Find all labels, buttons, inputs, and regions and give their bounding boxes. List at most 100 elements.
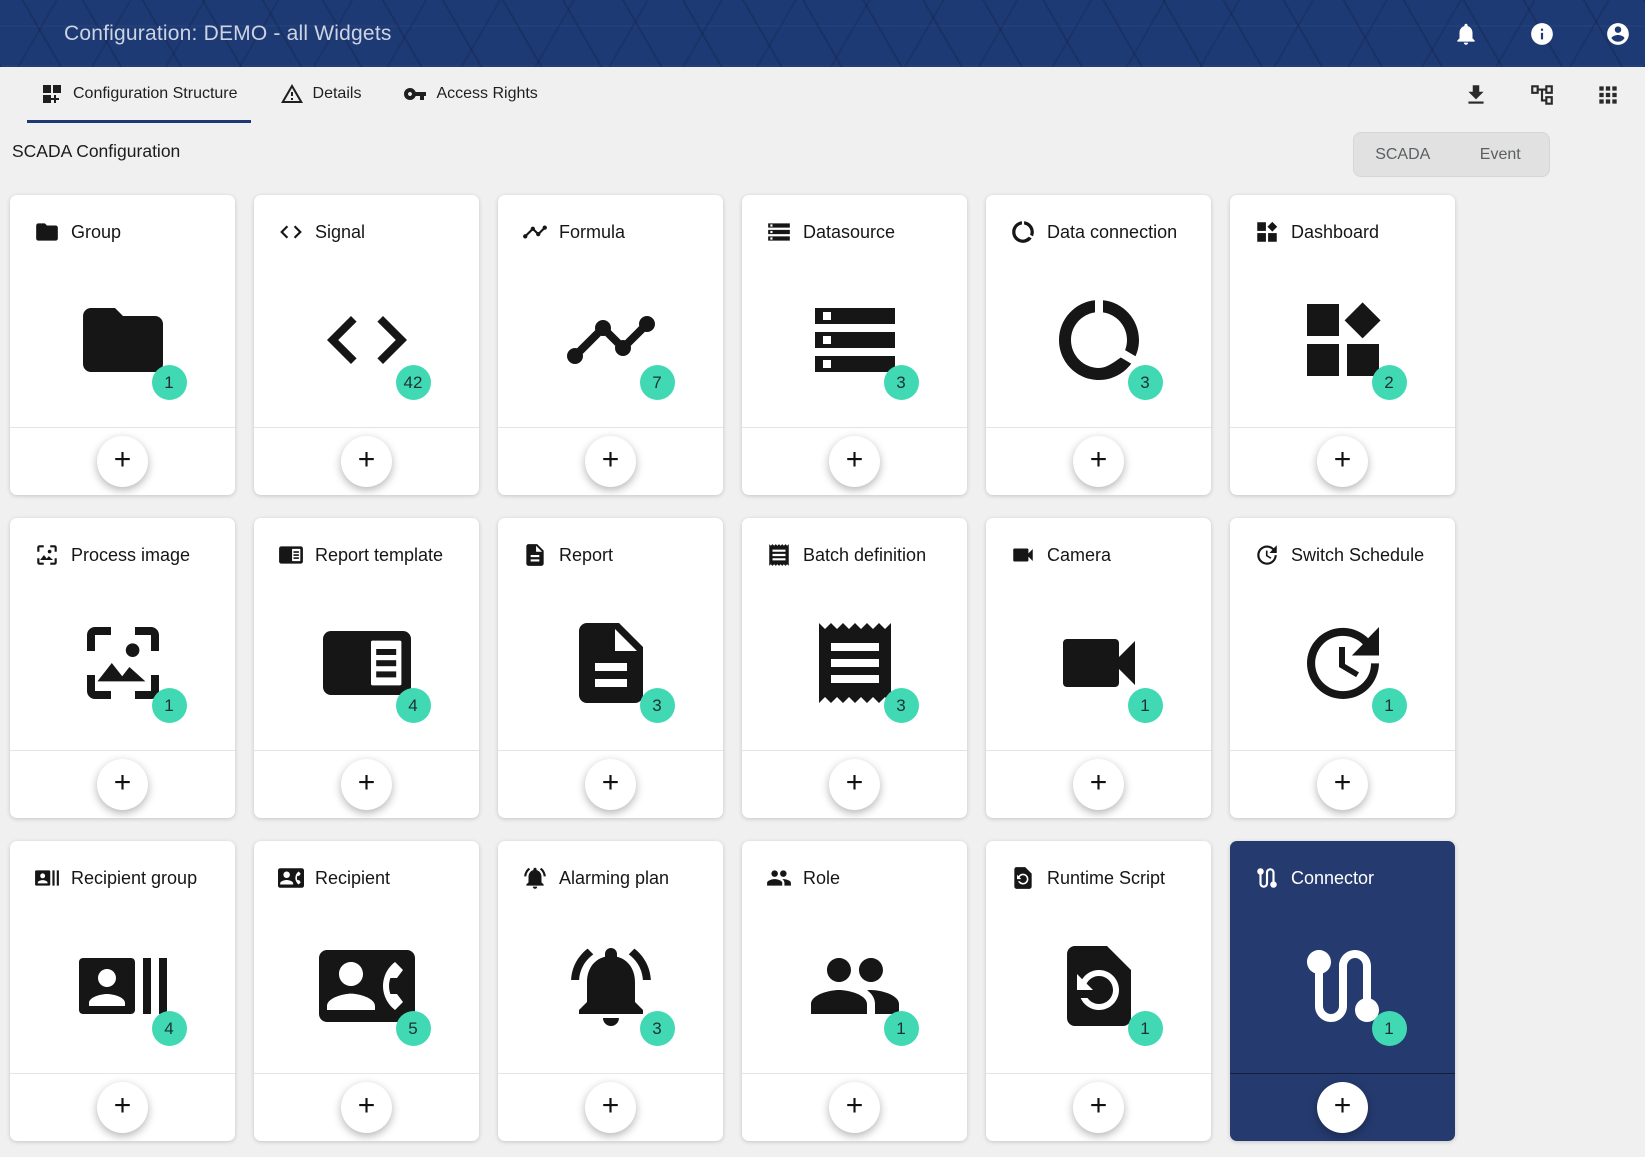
card-title: Group [71, 222, 121, 243]
count-badge: 1 [1372, 1011, 1407, 1046]
document-icon [522, 542, 548, 568]
tabs: Configuration Structure Details Access R… [27, 67, 551, 123]
grid-view-button[interactable] [1595, 82, 1621, 108]
recent-actors-icon [34, 865, 60, 891]
add-button[interactable]: + [585, 759, 636, 810]
count-badge: 42 [396, 365, 431, 400]
contact-phone-icon [278, 865, 304, 891]
card-title: Alarming plan [559, 868, 669, 889]
add-button[interactable]: + [341, 436, 392, 487]
card-group[interactable]: Group 1 + [10, 195, 235, 495]
card-title: Role [803, 868, 840, 889]
add-button[interactable]: + [341, 1082, 392, 1133]
add-button[interactable]: + [585, 436, 636, 487]
count-badge: 7 [640, 365, 675, 400]
card-process-image[interactable]: Process image 1 + [10, 518, 235, 818]
card-recipient[interactable]: Recipient 5 + [254, 841, 479, 1141]
section-title: SCADA Configuration [12, 141, 180, 162]
timeline-icon [522, 219, 548, 245]
people-icon [766, 865, 792, 891]
account-icon [1605, 21, 1631, 47]
card-title: Camera [1047, 545, 1111, 566]
card-datasource[interactable]: Datasource 3 + [742, 195, 967, 495]
card-title: Connector [1291, 868, 1374, 889]
add-button[interactable]: + [829, 1082, 880, 1133]
card-recipient-group[interactable]: Recipient group 4 + [10, 841, 235, 1141]
notifications-button[interactable] [1443, 11, 1489, 57]
tree-view-button[interactable] [1529, 82, 1555, 108]
process-image-icon [34, 542, 60, 568]
tab-label: Configuration Structure [73, 85, 238, 103]
card-dashboard[interactable]: Dashboard 2 + [1230, 195, 1455, 495]
info-button[interactable] [1519, 11, 1565, 57]
card-camera[interactable]: Camera 1 + [986, 518, 1211, 818]
info-icon [1529, 21, 1555, 47]
code-icon [278, 219, 304, 245]
account-button[interactable] [1595, 11, 1641, 57]
bell-ring-icon [522, 865, 548, 891]
add-button[interactable]: + [1073, 436, 1124, 487]
toggle-option-scada[interactable]: SCADA [1354, 133, 1452, 176]
card-title: Report [559, 545, 613, 566]
storage-icon [766, 219, 792, 245]
account-tree-icon [1529, 82, 1555, 108]
card-title: Report template [315, 545, 443, 566]
count-badge: 1 [884, 1011, 919, 1046]
card-title: Data connection [1047, 222, 1177, 243]
update-clock-icon [1254, 542, 1280, 568]
add-button[interactable]: + [97, 759, 148, 810]
card-title: Runtime Script [1047, 868, 1165, 889]
card-role[interactable]: Role 1 + [742, 841, 967, 1141]
add-button[interactable]: + [585, 1082, 636, 1133]
app-header: Configuration: DEMO - all Widgets [0, 0, 1645, 67]
add-button[interactable]: + [829, 436, 880, 487]
dashboard-icon [1254, 219, 1280, 245]
add-button[interactable]: + [1073, 1082, 1124, 1133]
tab-label: Details [313, 85, 362, 103]
download-icon [1463, 82, 1489, 108]
videocam-icon [1010, 542, 1036, 568]
count-badge: 3 [884, 688, 919, 723]
card-signal[interactable]: Signal 42 + [254, 195, 479, 495]
bell-icon [1453, 21, 1479, 47]
count-badge: 2 [1372, 365, 1407, 400]
count-badge: 4 [396, 688, 431, 723]
card-runtime-script[interactable]: Runtime Script 1 + [986, 841, 1211, 1141]
card-report-template[interactable]: Report template 4 + [254, 518, 479, 818]
count-badge: 3 [884, 365, 919, 400]
add-button[interactable]: + [97, 1082, 148, 1133]
tab-access-rights[interactable]: Access Rights [390, 67, 550, 123]
card-formula[interactable]: Formula 7 + [498, 195, 723, 495]
count-badge: 4 [152, 1011, 187, 1046]
card-data-connection[interactable]: Data connection 3 + [986, 195, 1211, 495]
add-button[interactable]: + [1073, 759, 1124, 810]
card-report[interactable]: Report 3 + [498, 518, 723, 818]
toggle-option-event[interactable]: Event [1452, 133, 1550, 176]
card-batch-definition[interactable]: Batch definition 3 + [742, 518, 967, 818]
add-button[interactable]: + [1317, 436, 1368, 487]
card-connector[interactable]: Connector 1 + [1230, 841, 1455, 1141]
card-switch-schedule[interactable]: Switch Schedule 1 + [1230, 518, 1455, 818]
add-button[interactable]: + [341, 759, 392, 810]
data-usage-icon [1010, 219, 1036, 245]
count-badge: 1 [1372, 688, 1407, 723]
add-button[interactable]: + [829, 759, 880, 810]
add-button[interactable]: + [1317, 759, 1368, 810]
tab-details[interactable]: Details [267, 67, 375, 123]
add-button[interactable]: + [97, 436, 148, 487]
toolbar [1463, 67, 1645, 123]
warning-icon [280, 82, 304, 106]
tab-configuration-structure[interactable]: Configuration Structure [27, 67, 251, 123]
card-title: Recipient group [71, 868, 197, 889]
tab-bar: Configuration Structure Details Access R… [0, 67, 1645, 123]
add-button[interactable]: + [1317, 1082, 1368, 1133]
card-title: Batch definition [803, 545, 926, 566]
header-actions [1443, 11, 1645, 57]
count-badge: 1 [152, 688, 187, 723]
key-icon [403, 82, 427, 106]
card-title: Dashboard [1291, 222, 1379, 243]
count-badge: 5 [396, 1011, 431, 1046]
card-alarming-plan[interactable]: Alarming plan 3 + [498, 841, 723, 1141]
card-grid: Group 1 + Signal 42 [10, 195, 1464, 1141]
download-button[interactable] [1463, 82, 1489, 108]
